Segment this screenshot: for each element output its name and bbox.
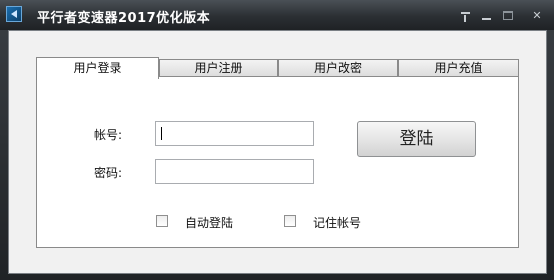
- remember-account-label[interactable]: 记住帐号: [313, 214, 361, 231]
- remember-account-checkbox[interactable]: [284, 215, 296, 227]
- password-label: 密码:: [94, 166, 123, 180]
- close-icon[interactable]: [526, 9, 548, 21]
- tab-strip: 用户登录 用户注册 用户改密 用户充值: [36, 57, 519, 79]
- maximize-icon[interactable]: [500, 9, 516, 21]
- auto-login-label[interactable]: 自动登陆: [185, 214, 233, 231]
- username-input[interactable]: [155, 121, 314, 146]
- username-label: 帐号:: [94, 128, 123, 142]
- minimize-icon[interactable]: [479, 9, 495, 21]
- password-input[interactable]: [155, 159, 314, 184]
- window-title: 平行者变速器2017优化版本: [37, 11, 211, 26]
- tab-recharge[interactable]: 用户充值: [398, 59, 519, 77]
- tab-user-register[interactable]: 用户注册: [159, 59, 278, 77]
- tab-user-login[interactable]: 用户登录: [36, 57, 159, 79]
- help-icon[interactable]: [458, 9, 474, 22]
- login-button[interactable]: 登陆: [357, 121, 476, 157]
- app-window: 平行者变速器2017优化版本 用户登录 用户注册 用户改密 用户充值 帐号: 密…: [0, 0, 554, 280]
- login-panel: 帐号: 密码: 登陆 自动登陆 记住帐号: [36, 76, 519, 248]
- tab-change-password[interactable]: 用户改密: [278, 59, 398, 77]
- auto-login-checkbox[interactable]: [156, 215, 168, 227]
- text-caret: [161, 127, 162, 140]
- app-icon: [6, 6, 22, 22]
- title-bar[interactable]: 平行者变速器2017优化版本: [0, 0, 554, 30]
- client-area: 用户登录 用户注册 用户改密 用户充值 帐号: 密码: 登陆 自动登陆 记住帐号: [8, 30, 547, 274]
